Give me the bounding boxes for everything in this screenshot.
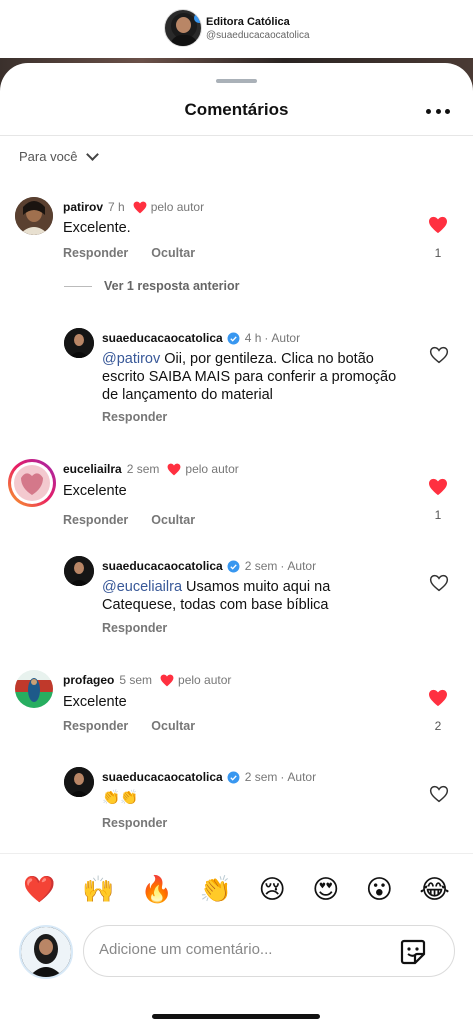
reply-mention[interactable]: @patirov	[102, 351, 160, 367]
author-liked-heart-icon	[160, 674, 174, 686]
sort-filter-dropdown[interactable]: Para você	[19, 147, 99, 164]
sheet-title: Comentários	[184, 100, 289, 119]
chevron-down-icon	[85, 147, 99, 161]
heart-outline-icon[interactable]	[429, 574, 449, 592]
home-indicator	[152, 1014, 320, 1019]
like-count: 1	[434, 508, 442, 522]
reply-time: 2 sem	[244, 770, 278, 784]
liked-by-author-label: pelo autor	[185, 462, 239, 476]
hide-button[interactable]: Ocultar	[151, 246, 195, 260]
comment-composer	[19, 925, 455, 979]
emoji-surprised[interactable]: 😮	[366, 875, 393, 905]
verified-badge-icon	[227, 771, 240, 783]
heart-icon[interactable]	[428, 478, 448, 496]
emoji-crying[interactable]: 😢	[259, 875, 286, 905]
heart-icon[interactable]	[428, 216, 448, 234]
liked-by-author-label: pelo autor	[178, 673, 232, 687]
verified-badge-icon	[194, 13, 201, 23]
reply-text: 👏👏	[102, 790, 139, 806]
reel-account-name: Editora Católica	[206, 15, 290, 28]
author-liked-heart-icon	[167, 463, 181, 475]
emoji-heart[interactable]: ❤️	[23, 875, 55, 905]
reply-username[interactable]: suaeducacaocatolica	[102, 331, 223, 345]
comment-text: Excelente	[63, 694, 127, 710]
reel-account-handle: @suaeducacaocatolica	[206, 29, 310, 41]
comment-username[interactable]: patirov	[63, 200, 103, 214]
reply-avatar[interactable]	[64, 556, 94, 586]
reply-button[interactable]: Responder	[102, 410, 167, 424]
comment-input[interactable]	[99, 941, 389, 958]
author-liked-heart-icon	[133, 201, 147, 213]
current-user-avatar	[19, 925, 73, 979]
liked-by-author-label: pelo autor	[150, 200, 205, 214]
reply-avatar[interactable]	[64, 328, 94, 358]
reply-button[interactable]: Responder	[63, 719, 128, 733]
reel-account[interactable]: Editora Católica @suaeducacaocatolica	[164, 9, 310, 47]
more-options-button[interactable]	[426, 107, 450, 115]
heart-icon[interactable]	[428, 689, 448, 707]
comment-username[interactable]: profageo	[63, 673, 114, 687]
heart-outline-icon[interactable]	[429, 785, 449, 803]
emoji-raised-hands[interactable]: 🙌	[82, 875, 114, 905]
comments-sheet: Comentários Para você patirov 7 h pelo a…	[0, 63, 473, 1024]
reel-header: Editora Católica @suaeducacaocatolica	[0, 0, 473, 62]
like-count: 2	[434, 719, 442, 733]
comment-username[interactable]: euceliailra	[63, 462, 122, 476]
view-previous-replies-label: Ver 1 resposta anterior	[104, 279, 240, 293]
comment-text: Excelente.	[63, 220, 131, 236]
sort-filter-label: Para você	[19, 149, 78, 164]
like-count: 1	[434, 246, 442, 260]
sticker-icon[interactable]	[399, 938, 427, 966]
reply-text-container: 👏👏	[102, 789, 402, 807]
commenter-avatar[interactable]	[15, 670, 53, 708]
hide-button[interactable]: Ocultar	[151, 513, 195, 527]
comment-time: 2 sem	[126, 462, 160, 476]
heart-outline-icon[interactable]	[429, 346, 449, 364]
reply-time: 4 h	[244, 331, 262, 345]
author-tag: Autor	[287, 559, 317, 573]
verified-badge-icon	[227, 332, 240, 344]
emoji-heart-eyes[interactable]: 😍	[312, 875, 339, 905]
reel-account-avatar[interactable]	[164, 9, 202, 47]
reply-time: 2 sem	[244, 559, 278, 573]
reply-username[interactable]: suaeducacaocatolica	[102, 559, 223, 573]
reply-button[interactable]: Responder	[102, 816, 167, 830]
reply-button[interactable]: Responder	[102, 621, 167, 635]
comment-time: 5 sem	[119, 673, 153, 687]
reply-avatar[interactable]	[64, 767, 94, 797]
emoji-laughing[interactable]: 😂	[419, 875, 449, 905]
reply-username[interactable]: suaeducacaocatolica	[102, 770, 223, 784]
comment-text: Excelente	[63, 483, 127, 499]
commenter-avatar[interactable]	[15, 197, 53, 235]
reply-mention[interactable]: @euceliailra	[102, 579, 182, 595]
commenter-avatar[interactable]	[8, 459, 56, 507]
reply-text-container: @euceliailra Usamos muito aqui na Catequ…	[102, 578, 402, 614]
emoji-quick-reactions: ❤️ 🙌 🔥 👏 😢 😍 😮 😂	[0, 853, 473, 925]
author-tag: Autor	[271, 331, 301, 345]
reply-text-container: @patirov Oii, por gentileza. Clica no bo…	[102, 350, 402, 404]
emoji-clap[interactable]: 👏	[200, 875, 232, 905]
header-divider	[0, 135, 473, 136]
sheet-drag-handle[interactable]	[216, 79, 257, 83]
emoji-fire[interactable]: 🔥	[141, 875, 173, 905]
reply-button[interactable]: Responder	[63, 513, 128, 527]
author-tag: Autor	[287, 770, 317, 784]
comment-input-box[interactable]	[83, 925, 455, 977]
verified-badge-icon	[227, 560, 240, 572]
view-previous-replies-button[interactable]: Ver 1 resposta anterior	[64, 279, 239, 293]
reply-button[interactable]: Responder	[63, 246, 128, 260]
comment-time: 7 h	[108, 200, 125, 214]
hide-button[interactable]: Ocultar	[151, 719, 195, 733]
